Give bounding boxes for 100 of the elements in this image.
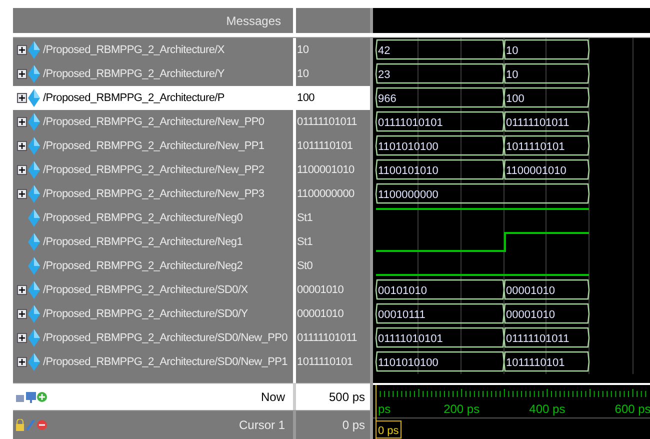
signal-diamond-icon (28, 257, 40, 275)
signal-value: 01111101011 (297, 114, 357, 130)
signal-name: /Proposed_RBMPPG_2_Architecture/New_PP3 (43, 186, 264, 202)
signal-value: 01111101011 (297, 330, 357, 346)
expand-icon[interactable] (17, 117, 27, 127)
remove-icon[interactable] (37, 420, 47, 430)
signal-row[interactable]: /Proposed_RBMPPG_2_Architecture/SD0/New_PP1 (13, 350, 293, 374)
signal-row[interactable]: /Proposed_RBMPPG_2_Architecture/New_PP0 (13, 110, 293, 134)
bus-value: 23 (378, 69, 390, 81)
bus-value: 01111101011 (506, 117, 570, 129)
signal-row[interactable]: /Proposed_RBMPPG_2_Architecture/X (13, 38, 293, 62)
signal-value: 10 (297, 42, 309, 58)
bus-value: 10 (506, 45, 518, 57)
signal-row[interactable]: /Proposed_RBMPPG_2_Architecture/Y (13, 62, 293, 86)
signal-row[interactable]: /Proposed_RBMPPG_2_Architecture/New_PP3 (13, 182, 293, 206)
signal-name: /Proposed_RBMPPG_2_Architecture/X (43, 42, 224, 58)
signal-value: St1 (297, 234, 313, 250)
signal-diamond-icon (28, 41, 40, 59)
bus-value: 01111101011 (506, 333, 570, 345)
signal-diamond-icon (28, 353, 40, 371)
cursor-label: Cursor 1 (238, 417, 286, 434)
bus-value: 1100000000 (378, 189, 438, 201)
signal-diamond-icon (28, 281, 40, 299)
expand-icon[interactable] (17, 333, 27, 343)
signal-value: St0 (297, 258, 313, 274)
bus-value: 966 (378, 93, 396, 105)
expand-icon[interactable] (17, 357, 27, 367)
signal-row[interactable]: /Proposed_RBMPPG_2_Architecture/New_PP2 (13, 158, 293, 182)
bus-value: 1100101010 (378, 165, 438, 177)
signal-row[interactable]: /Proposed_RBMPPG_2_Architecture/Neg0 (13, 206, 293, 230)
signal-row[interactable]: /Proposed_RBMPPG_2_Architecture/Neg1 (13, 230, 293, 254)
signal-name: /Proposed_RBMPPG_2_Architecture/Neg2 (43, 258, 243, 274)
signal-name: /Proposed_RBMPPG_2_Architecture/P (43, 90, 224, 106)
expand-icon[interactable] (17, 189, 27, 199)
expand-icon[interactable] (17, 165, 27, 175)
signal-row[interactable]: /Proposed_RBMPPG_2_Architecture/SD0/Y (13, 302, 293, 326)
expand-icon[interactable] (17, 93, 27, 103)
signal-name: /Proposed_RBMPPG_2_Architecture/Y (43, 66, 224, 82)
add-icon[interactable] (37, 392, 47, 402)
expand-icon[interactable] (17, 285, 27, 295)
now-label: Now (260, 389, 286, 406)
signal-name: /Proposed_RBMPPG_2_Architecture/New_PP0 (43, 114, 264, 130)
signal-row[interactable]: /Proposed_RBMPPG_2_Architecture/SD0/New_PP0 (13, 326, 293, 350)
cursor-marker[interactable]: 0 ps (376, 420, 402, 438)
signal-diamond-icon (28, 185, 40, 203)
signal-diamond-icon (28, 305, 40, 323)
signal-row[interactable]: /Proposed_RBMPPG_2_Architecture/New_PP1 (13, 134, 293, 158)
signal-row[interactable]: /Proposed_RBMPPG_2_Architecture/SD0/X (13, 278, 293, 302)
signal-value: 100 (297, 90, 314, 106)
bus-value: 1101010100 (378, 141, 438, 153)
lock-icon[interactable] (15, 419, 25, 431)
signal-diamond-icon (28, 329, 40, 347)
signal-diamond-icon (28, 89, 40, 107)
signal-value: 00001010 (297, 282, 344, 298)
bus-value: 1100001010 (506, 165, 566, 177)
expand-icon[interactable] (17, 69, 27, 79)
now-value: 500 ps (328, 389, 365, 406)
signal-name: /Proposed_RBMPPG_2_Architecture/New_PP2 (43, 162, 264, 178)
expand-icon[interactable] (17, 309, 27, 319)
bus-value: 00001010 (506, 309, 555, 321)
tick-label: 400 ps (529, 402, 566, 416)
signal-name: /Proposed_RBMPPG_2_Architecture/Neg0 (43, 210, 243, 226)
signal-name: /Proposed_RBMPPG_2_Architecture/SD0/Y (43, 306, 248, 322)
header-title: Messages (226, 12, 281, 30)
signal-diamond-icon (28, 209, 40, 227)
tick-label: 600 ps (614, 402, 650, 416)
signal-name: /Proposed_RBMPPG_2_Architecture/Neg1 (43, 234, 243, 250)
bus-value: 1101010100 (378, 357, 438, 369)
signal-diamond-icon (28, 233, 40, 251)
monitor-icon[interactable] (26, 391, 36, 403)
signal-diamond-icon (28, 161, 40, 179)
bus-value: 00010111 (378, 309, 426, 321)
bus-value: 1011110101 (506, 357, 565, 369)
bus-value: 00001010 (506, 285, 555, 297)
bus-value: 01111010101 (378, 117, 443, 129)
tick-label: 200 ps (444, 402, 480, 416)
signal-row[interactable]: /Proposed_RBMPPG_2_Architecture/Neg2 (13, 254, 293, 278)
expand-icon[interactable] (17, 141, 27, 151)
signal-value: 1100001010 (297, 162, 354, 178)
signal-diamond-icon (28, 137, 40, 155)
bus-value: 42 (378, 45, 390, 57)
signal-value: 1011110101 (297, 138, 353, 154)
cursor-value: 0 ps (342, 417, 365, 434)
signal-diamond-icon (28, 65, 40, 83)
signal-value: 1011110101 (297, 354, 353, 370)
signal-value: 10 (297, 66, 309, 82)
bus-value: 10 (506, 69, 518, 81)
signal-diamond-icon (28, 113, 40, 131)
bus-value: 00101010 (378, 285, 427, 297)
signal-name: /Proposed_RBMPPG_2_Architecture/SD0/X (43, 282, 248, 298)
signal-name: /Proposed_RBMPPG_2_Architecture/SD0/New_PP0 (43, 330, 288, 346)
signal-value: 1100000000 (297, 186, 354, 202)
expand-icon[interactable] (17, 45, 27, 55)
signal-name: /Proposed_RBMPPG_2_Architecture/SD0/New_PP1 (43, 354, 288, 370)
bus-value: 100 (506, 93, 524, 105)
bus-value: 01111010101 (378, 333, 443, 345)
signal-name: /Proposed_RBMPPG_2_Architecture/New_PP1 (43, 138, 264, 154)
signal-value: 00001010 (297, 306, 344, 322)
bus-value: 1011110101 (506, 141, 565, 153)
signal-value: St1 (297, 210, 313, 226)
